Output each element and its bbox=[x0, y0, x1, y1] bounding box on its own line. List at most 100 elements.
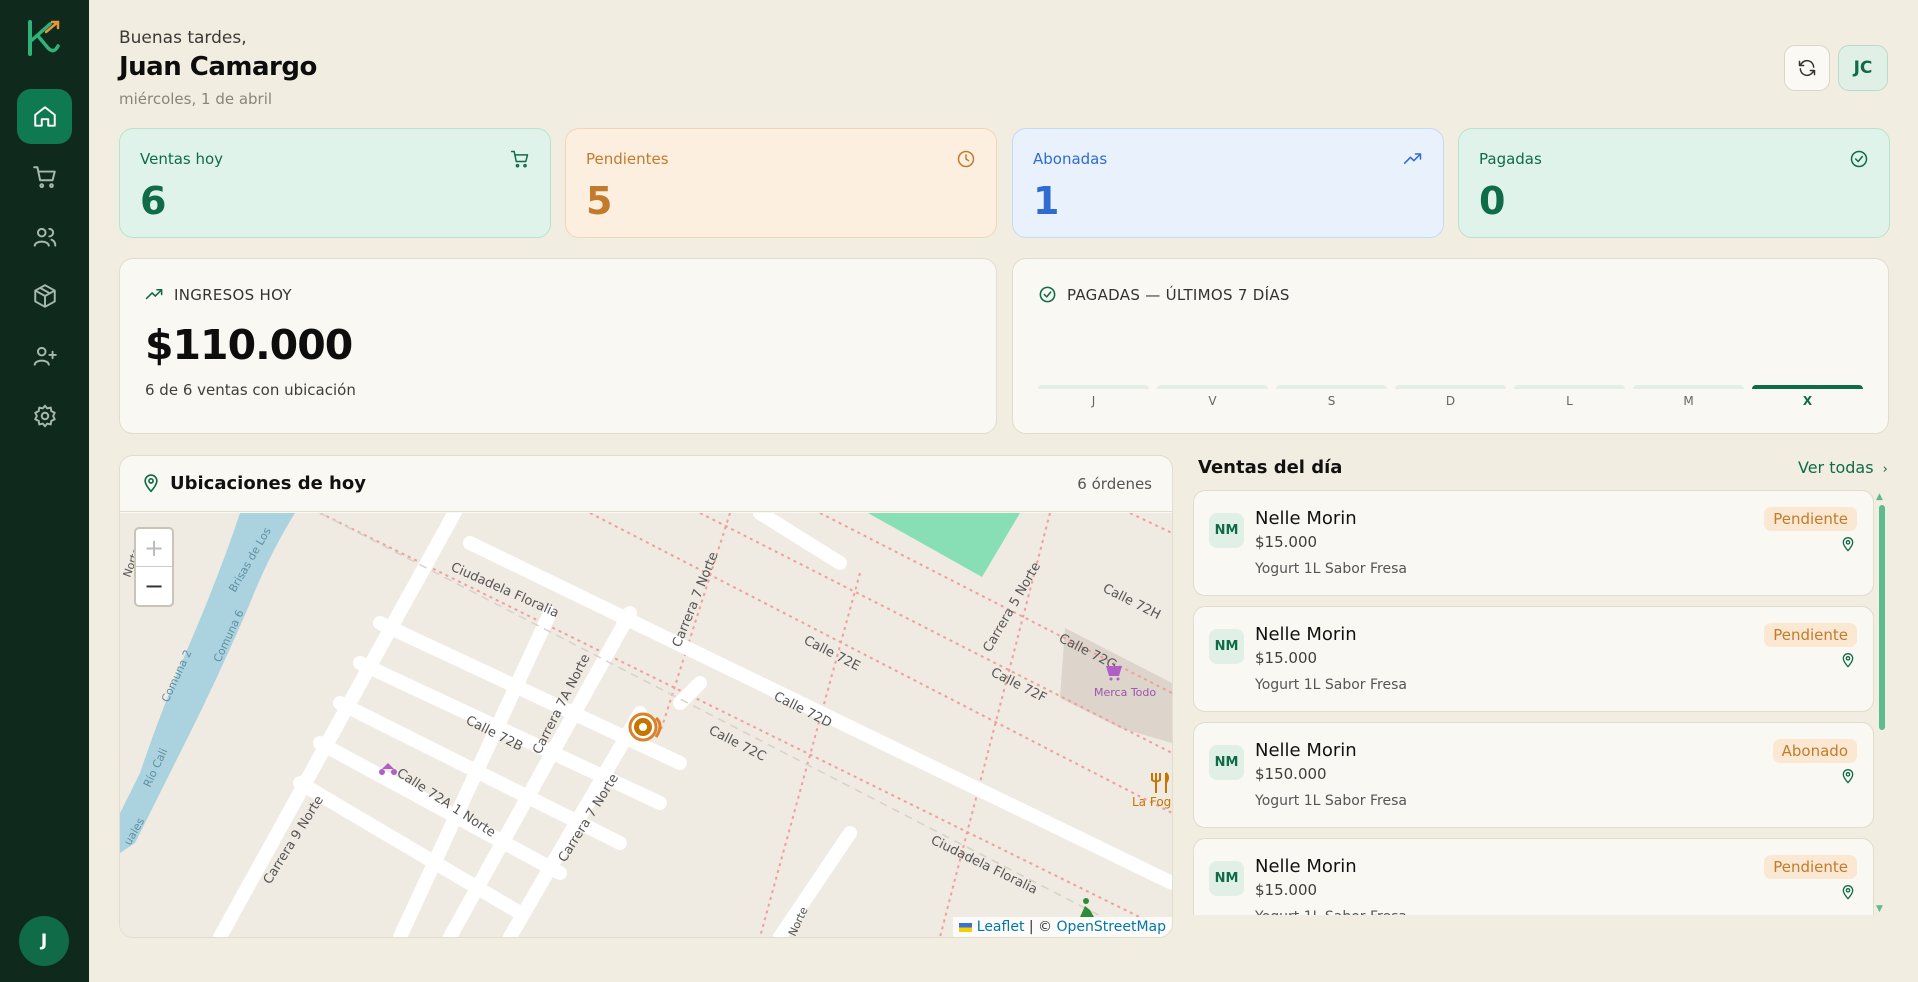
home-icon bbox=[33, 105, 56, 127]
customer-name: Nelle Morin bbox=[1255, 508, 1357, 529]
map-view[interactable]: Ciudadela Floralia Carrera 7 Norte Calle… bbox=[120, 513, 1172, 937]
customer-initials: NM bbox=[1209, 513, 1244, 548]
profile-avatar[interactable]: JC bbox=[1838, 45, 1888, 91]
user-name: Juan Camargo bbox=[119, 52, 317, 82]
bar-L bbox=[1514, 385, 1625, 389]
attribution-separator: | © bbox=[1024, 919, 1057, 935]
street-label: Ciudadela Floralia bbox=[448, 560, 561, 621]
customer-name: Nelle Morin bbox=[1255, 856, 1357, 877]
person-poi-icon bbox=[1080, 898, 1094, 917]
zoom-control: + − bbox=[134, 527, 174, 607]
map-attribution: Leaflet | © OpenStreetMap bbox=[953, 917, 1172, 937]
street-label: Carrera 7 Norte bbox=[670, 550, 722, 649]
cart-icon bbox=[32, 165, 56, 188]
order-marker-icon[interactable] bbox=[628, 712, 662, 742]
stat-pendientes[interactable]: Pendientes 5 bbox=[565, 128, 997, 238]
sale-card[interactable]: NM Nelle Morin $15.000 Yogurt 1L Sabor Fres… bbox=[1193, 838, 1874, 915]
check-circle-icon bbox=[1850, 150, 1868, 168]
user-avatar[interactable]: J bbox=[19, 916, 69, 966]
street-label: Calle 72H bbox=[1100, 581, 1163, 623]
sidebar-item-home[interactable] bbox=[17, 89, 72, 144]
weekly-paid-card: PAGADAS — ÚLTIMOS 7 DÍAS JVSDLMX bbox=[1012, 258, 1889, 434]
scroll-up-arrow-icon[interactable]: ▲ bbox=[1876, 492, 1883, 502]
bar-S bbox=[1276, 385, 1387, 389]
bar-X bbox=[1752, 385, 1863, 389]
bar-D bbox=[1395, 385, 1506, 389]
stat-ventas-hoy[interactable]: Ventas hoy 6 bbox=[119, 128, 551, 238]
map-panel: Ubicaciones de hoy 6 órdenes Ciudadela F… bbox=[119, 455, 1173, 938]
sidebar-item-users[interactable] bbox=[17, 209, 72, 264]
sale-card[interactable]: NM Nelle Morin $150.000 Yogurt 1L Sabor Fre… bbox=[1193, 722, 1874, 828]
income-header: INGRESOS HOY bbox=[145, 285, 292, 304]
sale-card[interactable]: NM Nelle Morin $15.000 Yogurt 1L Sabor Fres… bbox=[1193, 490, 1874, 596]
sidebar: J bbox=[0, 0, 89, 982]
zoom-out-button[interactable]: − bbox=[136, 567, 172, 605]
street-label: Calle 72F bbox=[988, 665, 1049, 706]
map-pin-icon[interactable] bbox=[1840, 884, 1856, 900]
street-label: Calle 72E bbox=[801, 633, 862, 674]
map-title: Ubicaciones de hoy bbox=[170, 473, 366, 494]
customer-initials: NM bbox=[1209, 745, 1244, 780]
map-pin-icon[interactable] bbox=[1840, 768, 1856, 784]
trending-up-icon bbox=[145, 288, 163, 300]
street-label: Calle 72C bbox=[706, 723, 768, 765]
users-icon bbox=[33, 227, 56, 247]
app-logo-icon[interactable] bbox=[24, 18, 64, 58]
sale-product: Yogurt 1L Sabor Fresa bbox=[1255, 561, 1407, 577]
sales-list[interactable]: NM Nelle Morin $15.000 Yogurt 1L Sabor Fres… bbox=[1193, 490, 1875, 915]
chevron-right-icon: › bbox=[1882, 462, 1888, 477]
leaflet-link[interactable]: Leaflet bbox=[977, 919, 1025, 935]
refresh-button[interactable] bbox=[1784, 45, 1830, 91]
sidebar-item-cart[interactable] bbox=[17, 149, 72, 204]
street-label: Ciudadela Floralia bbox=[928, 833, 1039, 898]
sale-amount: $150.000 bbox=[1255, 765, 1327, 783]
scrollbar-thumb[interactable] bbox=[1879, 505, 1885, 730]
map-pin-icon bbox=[144, 474, 158, 493]
status-badge: Pendiente bbox=[1764, 623, 1857, 647]
sales-title: Ventas del día bbox=[1198, 457, 1343, 478]
status-badge: Abonado bbox=[1772, 739, 1857, 763]
gear-icon bbox=[33, 404, 56, 427]
x-tick-label: M bbox=[1683, 394, 1694, 408]
sale-amount: $15.000 bbox=[1255, 533, 1318, 551]
stat-pagadas[interactable]: Pagadas 0 bbox=[1458, 128, 1890, 238]
clock-icon bbox=[957, 150, 975, 168]
stat-abonadas[interactable]: Abonadas 1 bbox=[1012, 128, 1444, 238]
sale-amount: $15.000 bbox=[1255, 881, 1318, 899]
sidebar-item-add-user[interactable] bbox=[17, 328, 72, 383]
sidebar-item-products[interactable] bbox=[17, 268, 72, 323]
map-tiles: Ciudadela Floralia Carrera 7 Norte Calle… bbox=[120, 513, 1172, 937]
sidebar-item-settings[interactable] bbox=[17, 388, 72, 443]
customer-initials: NM bbox=[1209, 861, 1244, 896]
map-header: Ubicaciones de hoy 6 órdenes bbox=[120, 456, 1172, 512]
poi-label: Merca Todo bbox=[1094, 686, 1156, 699]
sale-amount: $15.000 bbox=[1255, 649, 1318, 667]
current-date: miércoles, 1 de abril bbox=[119, 90, 273, 108]
stat-label: Abonadas bbox=[1033, 150, 1108, 168]
cart-icon bbox=[510, 150, 529, 168]
x-tick-label: S bbox=[1327, 394, 1336, 408]
osm-link[interactable]: OpenStreetMap bbox=[1057, 919, 1166, 935]
zoom-in-button[interactable]: + bbox=[136, 529, 172, 567]
bar-M bbox=[1633, 385, 1744, 389]
stat-value: 0 bbox=[1479, 179, 1506, 223]
income-amount: $110.000 bbox=[145, 321, 353, 369]
map-pin-icon[interactable] bbox=[1840, 652, 1856, 668]
view-all-link[interactable]: Ver todas › bbox=[1798, 458, 1888, 477]
x-tick-label: D bbox=[1445, 394, 1456, 408]
customer-initials: NM bbox=[1209, 629, 1244, 664]
stat-value: 1 bbox=[1033, 179, 1060, 223]
ukraine-flag-icon bbox=[959, 922, 973, 932]
box-icon bbox=[33, 283, 56, 308]
x-tick-label: X bbox=[1802, 394, 1813, 408]
income-card: INGRESOS HOY $110.000 6 de 6 ventas con … bbox=[119, 258, 997, 434]
sale-product: Yogurt 1L Sabor Fresa bbox=[1255, 909, 1407, 915]
stat-label: Ventas hoy bbox=[140, 150, 224, 168]
sale-card[interactable]: NM Nelle Morin $15.000 Yogurt 1L Sabor Fres… bbox=[1193, 606, 1874, 712]
x-tick-label: V bbox=[1208, 394, 1217, 408]
status-badge: Pendiente bbox=[1764, 507, 1857, 531]
scroll-down-arrow-icon[interactable]: ▼ bbox=[1876, 904, 1883, 914]
x-tick-label: J bbox=[1091, 394, 1096, 408]
bar-J bbox=[1038, 385, 1149, 389]
map-pin-icon[interactable] bbox=[1840, 536, 1856, 552]
